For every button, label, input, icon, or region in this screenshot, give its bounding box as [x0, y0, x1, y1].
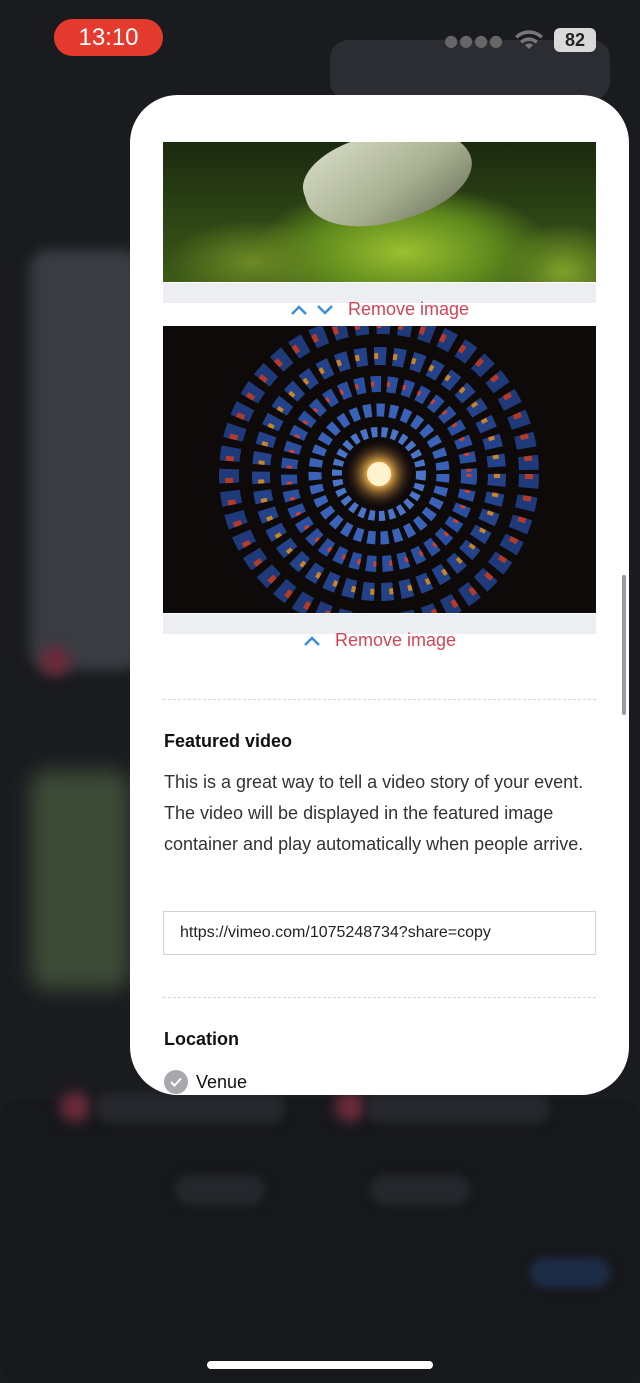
status-indicators: ●●●● 82 — [444, 28, 596, 52]
background-pill — [530, 1258, 610, 1288]
butterfly-shape — [293, 142, 483, 247]
image-actions-row: Remove image — [130, 299, 629, 320]
remove-image-button[interactable]: Remove image — [335, 630, 456, 651]
uploaded-image-1 — [163, 142, 596, 282]
remove-image-button[interactable]: Remove image — [348, 299, 469, 320]
location-title: Location — [164, 1029, 239, 1049]
home-indicator[interactable] — [207, 1361, 433, 1369]
background-card — [30, 770, 130, 990]
chevron-up-icon[interactable] — [303, 635, 321, 647]
chevron-up-icon[interactable] — [290, 304, 308, 316]
background-dot — [60, 1092, 90, 1122]
video-url-input[interactable] — [163, 911, 596, 955]
featured-video-description: This is a great way to tell a video stor… — [164, 772, 584, 854]
uploaded-image-2 — [163, 326, 596, 613]
image-actions-row: Remove image — [130, 630, 629, 651]
background-pill — [175, 1175, 265, 1205]
section-divider — [163, 997, 596, 998]
stained-glass-spiral — [163, 326, 596, 613]
signal-icon: ●●●● — [444, 30, 504, 50]
reorder-controls — [303, 635, 321, 647]
background-pill — [365, 1093, 550, 1123]
featured-video-title: Featured video — [164, 731, 293, 751]
background-card — [30, 250, 140, 670]
reorder-controls — [290, 304, 334, 316]
venue-label: Venue — [196, 1071, 248, 1092]
app-window-card[interactable]: Remove image Remove image Featured video… — [130, 95, 629, 1095]
scrollbar[interactable] — [622, 575, 626, 715]
background-dot — [335, 1092, 365, 1122]
section-divider — [163, 699, 596, 700]
background-dock-area — [0, 1100, 640, 1383]
venue-option[interactable]: Venue — [164, 1070, 247, 1094]
background-dot — [40, 646, 70, 676]
battery-icon: 82 — [554, 28, 596, 52]
status-time: 13:10 — [54, 19, 163, 56]
wifi-icon — [515, 30, 543, 49]
chevron-down-icon[interactable] — [316, 304, 334, 316]
background-pill — [370, 1175, 470, 1205]
checkmark-icon[interactable] — [164, 1070, 188, 1094]
background-pill — [95, 1093, 285, 1123]
